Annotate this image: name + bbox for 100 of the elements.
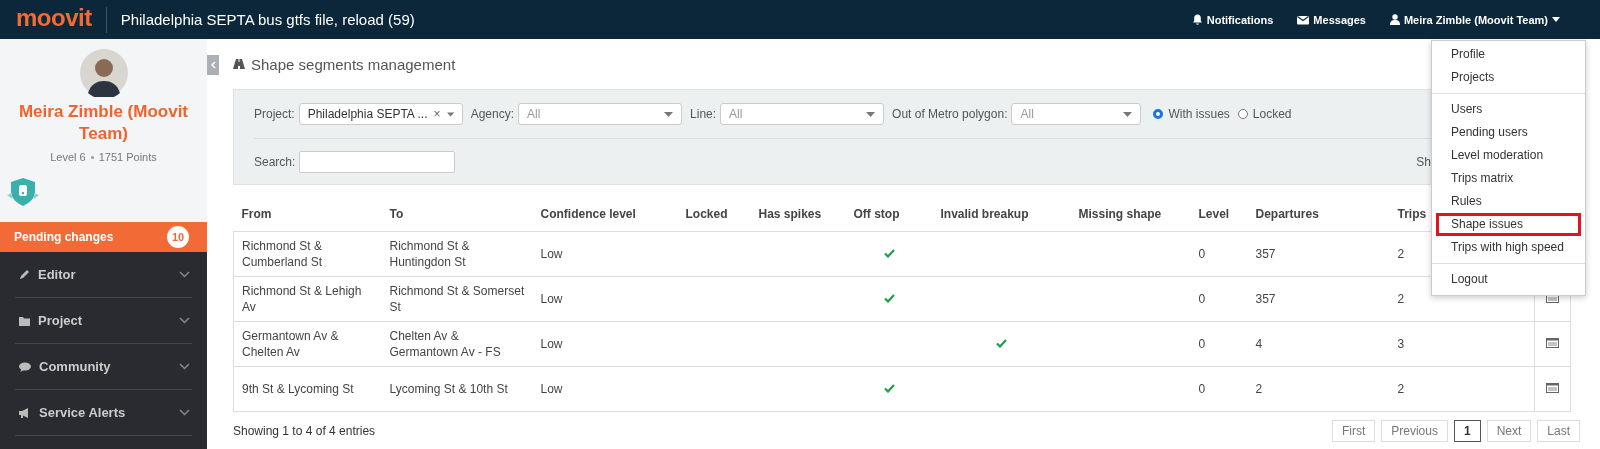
table-cell: 2	[1255, 382, 1263, 396]
menu-item[interactable]: Logout	[1436, 268, 1581, 291]
pagination-button[interactable]: Next	[1486, 420, 1532, 442]
page-title: Shape segments management	[251, 55, 456, 73]
radio-button[interactable]	[1237, 109, 1248, 119]
table-cell: Low	[540, 337, 563, 351]
column-header[interactable]: Off stop	[845, 197, 933, 232]
pagination-button[interactable]: Last	[1537, 420, 1580, 442]
column-header[interactable]: Confidence level	[532, 197, 678, 232]
table-cell: Richmond St & Cumberland St	[242, 239, 323, 269]
table-cell: 2	[1397, 247, 1405, 261]
user-icon	[1389, 14, 1400, 25]
megaphone-icon	[19, 407, 31, 418]
filter-label: Out of Metro polygon:	[892, 107, 1008, 121]
column-header[interactable]: Level	[1190, 197, 1248, 232]
table-cell: 0	[1198, 292, 1206, 306]
check-icon	[996, 339, 1007, 348]
table-cell: Low	[540, 382, 563, 396]
menu-item[interactable]: Trips matrix	[1436, 167, 1581, 190]
user-name: Meira Zimble (Moovit Team)	[17, 101, 190, 145]
project-label: Project:	[254, 107, 295, 121]
details-icon[interactable]	[1546, 338, 1559, 348]
table-cell: Low	[540, 247, 563, 261]
menu-item[interactable]: Shape issues	[1436, 213, 1581, 236]
menu-item[interactable]: Rules	[1436, 190, 1581, 213]
caret-icon	[664, 111, 674, 117]
details-icon[interactable]	[1546, 383, 1559, 393]
user-points: 1751 Points	[98, 151, 157, 163]
topbar-link[interactable]: Notifications	[1191, 13, 1274, 26]
table-cell: 2	[1397, 292, 1405, 306]
caret-icon	[866, 111, 876, 117]
shield-badge-icon	[7, 177, 39, 207]
table-cell: 357	[1255, 247, 1276, 261]
table-cell: 357	[1255, 292, 1276, 306]
chevron-down-icon	[179, 409, 190, 416]
table-cell: Richmond St & Somerset St	[389, 284, 525, 314]
radio-button[interactable]	[1153, 109, 1164, 119]
road-icon	[233, 59, 245, 69]
menu-item[interactable]: Level moderation	[1436, 144, 1581, 167]
table-cell: Germantown Av & Chelten Av	[242, 329, 339, 359]
menu-item[interactable]: Users	[1436, 98, 1581, 121]
count-badge: 10	[167, 226, 189, 248]
column-header[interactable]: Locked	[677, 197, 751, 232]
filter-label: Agency:	[470, 107, 515, 121]
entries-info: Showing 1 to 4 of 4 entries	[233, 424, 376, 438]
filter-label: Line:	[690, 107, 717, 121]
project-select[interactable]: Philadelphia SEPTA ... ×	[298, 103, 463, 125]
sidebar-item[interactable]: Community	[15, 344, 192, 390]
chevron-left-icon	[210, 61, 216, 69]
separator-dot	[90, 155, 94, 159]
table-cell: 4	[1255, 337, 1263, 351]
radio-label: Locked	[1252, 107, 1292, 121]
table-cell: 0	[1198, 247, 1206, 261]
logo[interactable]: moovit	[16, 5, 92, 30]
avatar	[79, 49, 128, 97]
chevron-down-icon	[179, 363, 190, 370]
user-level: Level 6	[50, 151, 86, 163]
search-label: Search:	[254, 155, 296, 169]
caret-icon	[446, 111, 454, 117]
sidebar-item[interactable]: Service Alerts	[15, 390, 192, 436]
menu-item[interactable]: Trips with high speed	[1436, 236, 1581, 259]
check-icon	[883, 249, 895, 258]
check-icon	[883, 384, 895, 393]
pagination-button[interactable]: 1	[1453, 420, 1481, 442]
column-header[interactable]: Missing shape	[1070, 197, 1191, 232]
table-cell: Richmond St & Huntingdon St	[389, 239, 470, 269]
column-header[interactable]: Has spikes	[750, 197, 846, 232]
project-title: Philadelphia SEPTA bus gtfs file, reload (59)	[120, 11, 415, 28]
pagination-button[interactable]: Previous	[1381, 420, 1448, 442]
caret-icon	[1123, 111, 1133, 117]
table-cell: 0	[1198, 337, 1206, 351]
column-header[interactable]: Departures	[1247, 197, 1390, 232]
table-cell: 3	[1397, 337, 1405, 351]
chevron-down-icon	[179, 317, 190, 324]
column-header[interactable]: To	[381, 197, 533, 232]
chevron-down-icon	[179, 271, 190, 278]
table-cell: 9th St & Lycoming St	[242, 382, 354, 396]
menu-item[interactable]: Pending users	[1436, 121, 1581, 144]
speech-bubble-icon	[19, 361, 31, 372]
sidebar-item[interactable]: Project	[15, 298, 192, 344]
column-header[interactable]: Invalid breakup	[932, 197, 1071, 232]
show-entries-label: Sh	[1416, 155, 1431, 169]
pagination-button[interactable]: First	[1331, 420, 1376, 442]
topbar-link[interactable]: Messages	[1297, 13, 1366, 26]
column-header[interactable]: From	[233, 197, 382, 232]
menu-item[interactable]: Projects	[1436, 66, 1581, 89]
table-cell: 0	[1198, 382, 1206, 396]
table-cell: Lycoming St & 10th St	[389, 382, 508, 396]
table-cell: 2	[1397, 382, 1405, 396]
menu-item[interactable]: Profile	[1436, 43, 1581, 66]
user-menu[interactable]: Meira Zimble (Moovit Team)	[1389, 13, 1560, 26]
check-icon	[883, 294, 895, 303]
search-field[interactable]	[299, 151, 456, 173]
table-cell: Richmond St & Lehigh Av	[242, 284, 362, 314]
folder-icon	[19, 315, 30, 326]
radio-label: With issues	[1168, 107, 1230, 121]
table-cell: Low	[540, 292, 563, 306]
table-cell: Chelten Av & Germantown Av - FS	[389, 329, 501, 359]
bell-icon	[1191, 13, 1203, 26]
sidebar-item[interactable]: Editor	[15, 252, 192, 298]
